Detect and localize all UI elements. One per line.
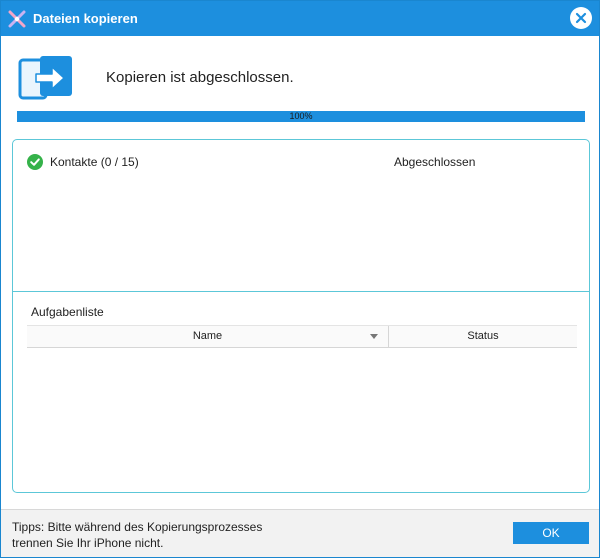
- tips-text: Tipps: Bitte während des Kopierungsproze…: [12, 519, 262, 551]
- tasklist-title: Aufgabenliste: [31, 305, 104, 319]
- column-header-status-label: Status: [467, 330, 499, 342]
- ok-button[interactable]: OK: [513, 522, 589, 544]
- window-title: Dateien kopieren: [33, 11, 138, 26]
- status-message: Kopieren ist abgeschlossen.: [106, 69, 294, 86]
- check-circle-icon: [27, 154, 43, 170]
- column-header-status[interactable]: Status: [389, 326, 577, 347]
- item-status: Abgeschlossen: [394, 155, 476, 169]
- progress-bar: 100%: [17, 111, 585, 122]
- list-item: Kontakte (0 / 15) Abgeschlossen: [27, 153, 577, 171]
- app-logo-icon: [8, 10, 26, 28]
- tips-line-1: Tipps: Bitte während des Kopierungsproze…: [12, 520, 263, 534]
- copy-files-dialog: Dateien kopieren Kopieren ist abgeschlos…: [0, 0, 600, 558]
- tasklist-table-header: Name Status: [27, 325, 577, 348]
- column-header-name-label: Name: [192, 330, 223, 342]
- column-header-name[interactable]: Name: [27, 326, 389, 347]
- copy-panel: Kontakte (0 / 15) Abgeschlossen Aufgaben…: [12, 139, 590, 493]
- footer: Tipps: Bitte während des Kopierungsproze…: [1, 510, 599, 557]
- device-transfer-icon: [18, 56, 72, 100]
- tips-line-2: trennen Sie Ihr iPhone nicht.: [12, 536, 164, 550]
- sort-arrow-icon[interactable]: [369, 333, 379, 340]
- divider: [13, 291, 589, 292]
- item-label: Kontakte (0 / 15): [50, 155, 139, 169]
- close-button[interactable]: [570, 7, 592, 29]
- close-icon: [575, 12, 587, 24]
- title-bar: Dateien kopieren: [1, 1, 599, 36]
- progress-label: 100%: [289, 111, 313, 121]
